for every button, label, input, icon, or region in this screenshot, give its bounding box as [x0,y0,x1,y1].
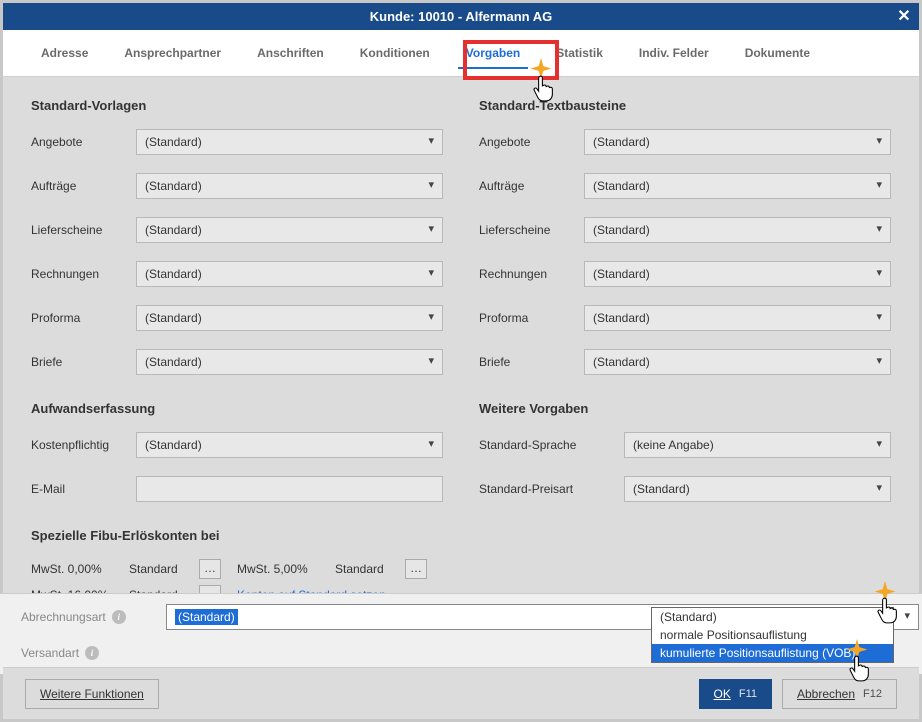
content-area: Standard-Vorlagen Angebote (Standard) Au… [3,80,919,664]
window-title: Kunde: 10010 - Alfermann AG [370,9,553,24]
fibu-value: Standard [335,562,397,576]
label: Rechnungen [31,267,136,281]
ok-button[interactable]: OK F11 [699,679,772,709]
dropdown-angebote-vorlage[interactable]: (Standard) [136,129,443,155]
more-functions-button[interactable]: Weitere Funktionen [25,679,159,709]
row-sprache: Standard-Sprache (keine Angabe) [479,432,891,458]
tab-konditionen[interactable]: Konditionen [342,30,448,77]
label: Lieferscheine [31,223,136,237]
row-angebote: Angebote (Standard) [479,129,891,155]
row-angebote: Angebote (Standard) [31,129,443,155]
label: Lieferscheine [479,223,584,237]
section-standard-textbausteine: Standard-Textbausteine Angebote (Standar… [479,98,891,375]
dropdown-lieferscheine-text[interactable]: (Standard) [584,217,891,243]
section-title: Aufwandserfassung [31,401,443,416]
row-briefe: Briefe (Standard) [479,349,891,375]
dropdown-lieferscheine-vorlage[interactable]: (Standard) [136,217,443,243]
label: Rechnungen [479,267,584,281]
dropdown-option-kumuliert[interactable]: kumulierte Positionsauflistung (VOB) [652,644,893,662]
dropdown-auftraege-text[interactable]: (Standard) [584,173,891,199]
cancel-button[interactable]: Abbrechen F12 [782,679,897,709]
tab-dokumente[interactable]: Dokumente [727,30,828,77]
label: Aufträge [479,179,584,193]
label: Abrechnungsart i [21,610,166,624]
left-column: Standard-Vorlagen Angebote (Standard) Au… [31,98,461,654]
titlebar: Kunde: 10010 - Alfermann AG ✕ [3,3,919,30]
dropdown-option-standard[interactable]: (Standard) [652,608,893,626]
dropdown-rechnungen-vorlage[interactable]: (Standard) [136,261,443,287]
row-rechnungen: Rechnungen (Standard) [479,261,891,287]
right-column: Standard-Textbausteine Angebote (Standar… [461,98,891,654]
tab-indiv-felder[interactable]: Indiv. Felder [621,30,727,77]
row-preisart: Standard-Preisart (Standard) [479,476,891,502]
dropdown-auftraege-vorlage[interactable]: (Standard) [136,173,443,199]
email-field[interactable] [136,476,443,502]
section-aufwandserfassung: Aufwandserfassung Kostenpflichtig (Stand… [31,401,443,502]
row-auftraege: Aufträge (Standard) [31,173,443,199]
row-kostenpflichtig: Kostenpflichtig (Standard) [31,432,443,458]
tab-ansprechpartner[interactable]: Ansprechpartner [106,30,239,77]
tab-anschriften[interactable]: Anschriften [239,30,342,77]
fibu-rate: MwSt. 0,00% [31,562,121,576]
section-title: Spezielle Fibu-Erlöskonten bei [31,528,443,543]
tab-vorgaben[interactable]: Vorgaben [448,30,538,77]
row-briefe: Briefe (Standard) [31,349,443,375]
fibu-rate: MwSt. 5,00% [237,562,327,576]
fibu-edit-button[interactable]: … [199,559,221,579]
label: Versandart i [21,646,166,660]
tab-statistik[interactable]: Statistik [538,30,621,77]
dropdown-proforma-vorlage[interactable]: (Standard) [136,305,443,331]
dialog-window: Kunde: 10010 - Alfermann AG ✕ Adresse An… [0,0,922,722]
label: Proforma [31,311,136,325]
dropdown-option-normal[interactable]: normale Positionsauflistung [652,626,893,644]
section-title: Standard-Vorlagen [31,98,443,113]
row-proforma: Proforma (Standard) [479,305,891,331]
fibu-row-1: MwSt. 0,00% Standard … MwSt. 5,00% Stand… [31,559,443,579]
dropdown-standard-sprache[interactable]: (keine Angabe) [624,432,891,458]
label: Angebote [479,135,584,149]
fibu-edit-button[interactable]: … [405,559,427,579]
label: Standard-Preisart [479,482,624,496]
row-lieferscheine: Lieferscheine (Standard) [31,217,443,243]
row-lieferscheine: Lieferscheine (Standard) [479,217,891,243]
label: Proforma [479,311,584,325]
row-auftraege: Aufträge (Standard) [479,173,891,199]
dropdown-briefe-vorlage[interactable]: (Standard) [136,349,443,375]
section-title: Weitere Vorgaben [479,401,891,416]
dropdown-angebote-text[interactable]: (Standard) [584,129,891,155]
row-email: E-Mail [31,476,443,502]
label: Standard-Sprache [479,438,624,452]
tab-adresse[interactable]: Adresse [23,30,106,77]
dropdown-standard-preisart[interactable]: (Standard) [624,476,891,502]
dropdown-rechnungen-text[interactable]: (Standard) [584,261,891,287]
label: Briefe [479,355,584,369]
label: Kostenpflichtig [31,438,136,452]
row-proforma: Proforma (Standard) [31,305,443,331]
info-icon[interactable]: i [112,610,126,624]
section-weitere-vorgaben: Weitere Vorgaben Standard-Sprache (keine… [479,401,891,502]
label: Aufträge [31,179,136,193]
label: Briefe [31,355,136,369]
footer: Weitere Funktionen OK F11 Abbrechen F12 [3,667,919,719]
row-rechnungen: Rechnungen (Standard) [31,261,443,287]
dropdown-briefe-text[interactable]: (Standard) [584,349,891,375]
fibu-value: Standard [129,562,191,576]
label: E-Mail [31,482,136,496]
tab-bar: Adresse Ansprechpartner Anschriften Kond… [3,30,919,77]
abrechnungsart-dropdown-list[interactable]: (Standard) normale Positionsauflistung k… [651,607,894,663]
dropdown-kostenpflichtig[interactable]: (Standard) [136,432,443,458]
info-icon[interactable]: i [85,646,99,660]
label: Angebote [31,135,136,149]
section-title: Standard-Textbausteine [479,98,891,113]
dropdown-proforma-text[interactable]: (Standard) [584,305,891,331]
section-standard-vorlagen: Standard-Vorlagen Angebote (Standard) Au… [31,98,443,375]
close-button[interactable]: ✕ [889,3,919,30]
